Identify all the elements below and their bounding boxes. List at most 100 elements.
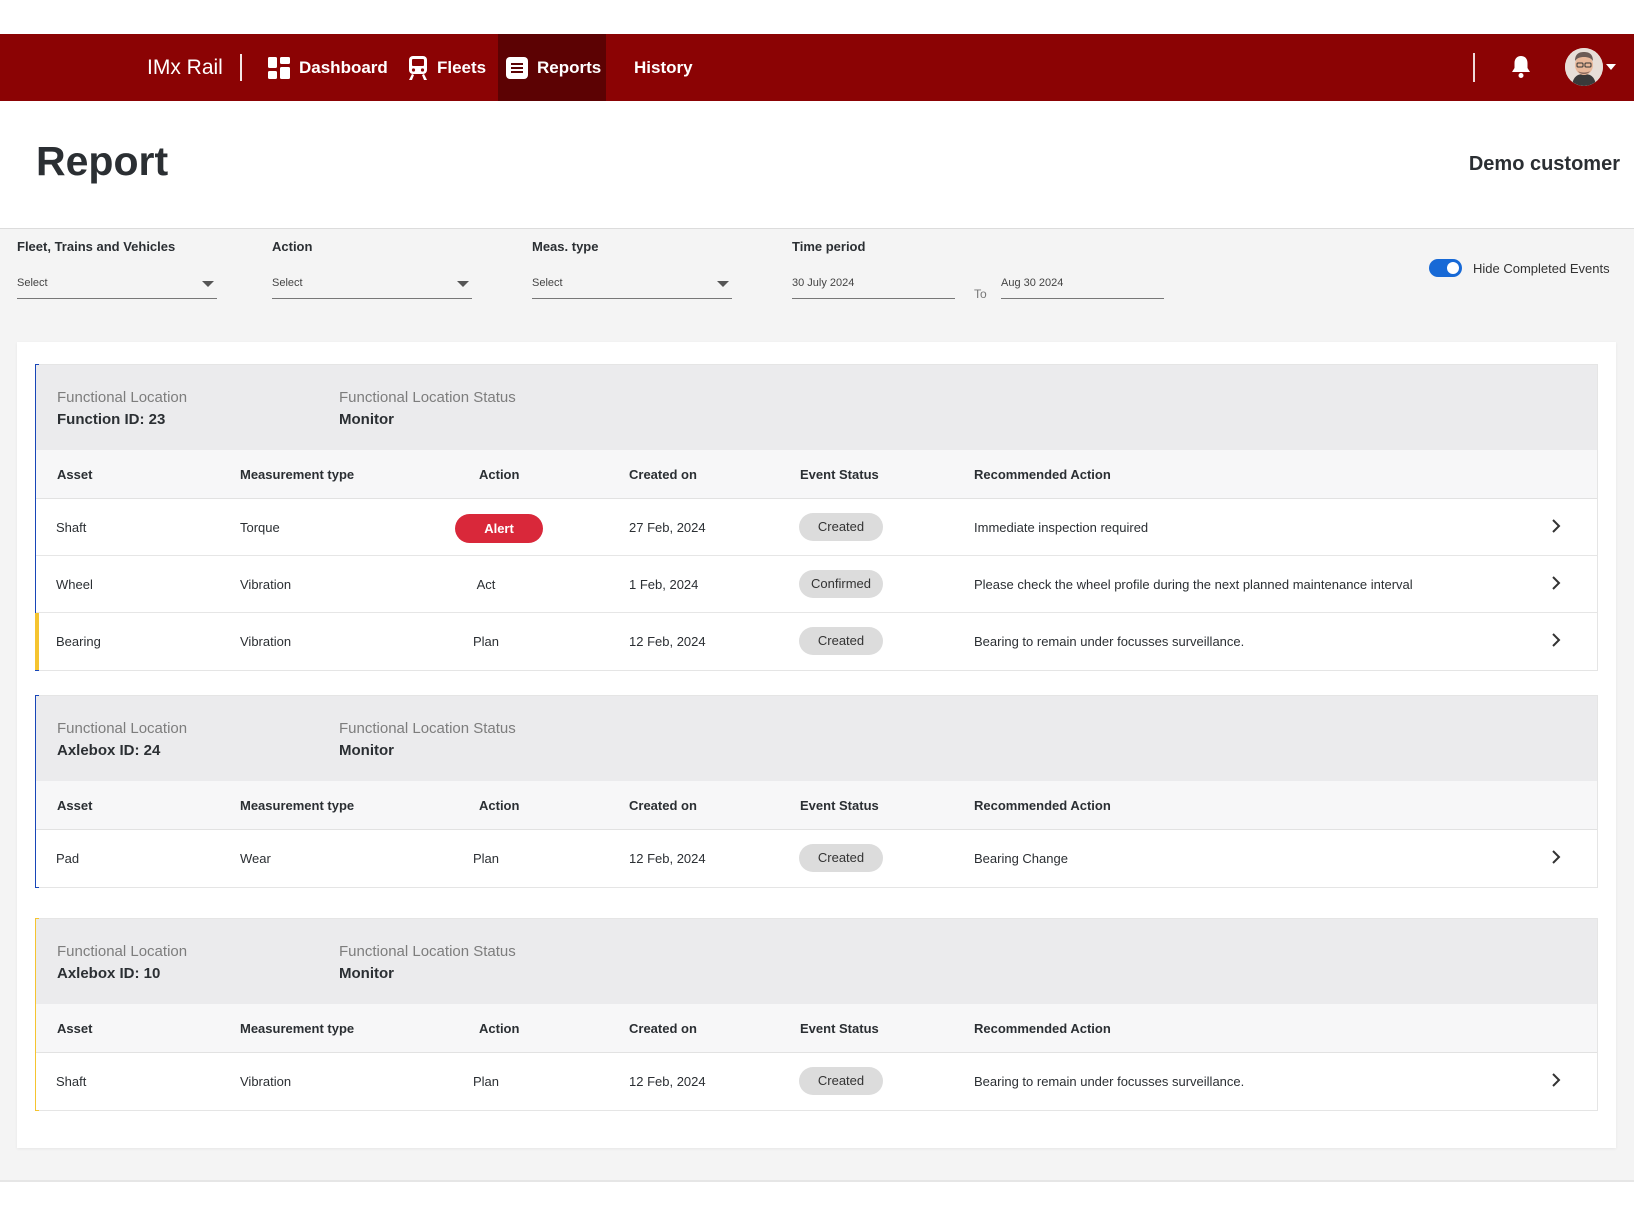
date-from-value: 30 July 2024	[792, 277, 855, 289]
train-icon	[409, 55, 427, 80]
footer-divider	[0, 1180, 1634, 1182]
dashboard-icon	[268, 56, 290, 79]
table-row[interactable]: Pad Wear Plan 12 Feb, 2024 Created Beari…	[36, 830, 1597, 887]
col-measurement-type: Measurement type	[240, 798, 355, 813]
cell-created-on: 12 Feb, 2024	[629, 851, 706, 866]
cell-recommended-action: Immediate inspection required	[974, 520, 1149, 535]
dropdown-arrow-icon	[457, 281, 469, 287]
functional-location-status: Functional Location Status Monitor	[339, 720, 516, 759]
cell-measurement-type: Vibration	[240, 577, 292, 592]
col-asset: Asset	[57, 467, 93, 482]
status-badge: Created	[799, 844, 883, 872]
functional-location-value: Function ID: 23	[57, 411, 166, 428]
meas-type-filter: Meas. type Select	[532, 239, 732, 299]
group-header: Functional Location Axlebox ID: 24 Funct…	[36, 696, 1597, 781]
functional-location: Functional Location Axlebox ID: 24	[57, 720, 187, 759]
col-action: Action	[479, 467, 520, 482]
cell-asset: Wheel	[56, 577, 93, 592]
row-accent-bar	[35, 613, 39, 670]
dropdown-arrow-icon	[717, 281, 729, 287]
top-nav-bar: IMx Rail Dashboard Fleets Reports Histor…	[0, 34, 1634, 101]
dropdown-arrow-icon	[202, 281, 214, 287]
cell-created-on: 27 Feb, 2024	[629, 520, 706, 535]
status-badge: Confirmed	[799, 570, 883, 598]
action-select[interactable]: Select	[272, 273, 472, 299]
date-range-to-label: To	[974, 287, 987, 301]
fleet-filter: Fleet, Trains and Vehicles Select	[17, 239, 217, 299]
cell-action: Plan	[472, 1074, 500, 1089]
user-avatar[interactable]	[1565, 48, 1603, 86]
report-icon	[506, 56, 528, 79]
date-from-input[interactable]: 30 July 2024	[792, 273, 955, 299]
nav-right-divider	[1473, 53, 1475, 82]
chevron-right-icon[interactable]	[1551, 1072, 1561, 1088]
status-badge: Created	[799, 627, 883, 655]
cell-action: Act	[476, 577, 496, 592]
chevron-right-icon[interactable]	[1551, 849, 1561, 865]
nav-fleets-label: Fleets	[437, 57, 487, 77]
location-group: Functional Location Axlebox ID: 10 Funct…	[35, 918, 1598, 1111]
action-select-value: Select	[272, 277, 303, 289]
nav-history[interactable]: History	[634, 34, 693, 101]
hide-completed-toggle[interactable]	[1429, 259, 1462, 277]
group-header: Functional Location Axlebox ID: 10 Funct…	[36, 919, 1597, 1004]
hide-completed-toggle-group: Hide Completed Events	[1429, 259, 1610, 277]
cell-asset: Bearing	[56, 634, 101, 649]
fleet-select-value: Select	[17, 277, 48, 289]
cell-created-on: 12 Feb, 2024	[629, 634, 706, 649]
col-measurement-type: Measurement type	[240, 467, 355, 482]
functional-location-status-value: Monitor	[339, 965, 394, 982]
col-event-status: Event Status	[800, 798, 879, 813]
col-event-status: Event Status	[800, 1021, 879, 1036]
nav-dashboard-label: Dashboard	[299, 57, 388, 77]
col-recommended-action: Recommended Action	[974, 467, 1111, 482]
table-header: Asset Measurement type Action Created on…	[36, 781, 1597, 830]
nav-fleets[interactable]: Fleets	[408, 34, 486, 101]
nav-dashboard[interactable]: Dashboard	[268, 34, 388, 101]
location-group: Functional Location Function ID: 23 Func…	[35, 364, 1598, 671]
functional-location-status-label: Functional Location Status	[339, 720, 516, 737]
col-event-status: Event Status	[800, 467, 879, 482]
fleet-select[interactable]: Select	[17, 273, 217, 299]
col-asset: Asset	[57, 798, 93, 813]
brand-divider	[240, 54, 242, 81]
table-row[interactable]: Bearing Vibration Plan 12 Feb, 2024 Crea…	[35, 613, 1597, 670]
chevron-down-icon[interactable]	[1606, 64, 1616, 70]
nav-reports-label: Reports	[537, 57, 602, 77]
cell-created-on: 12 Feb, 2024	[629, 1074, 706, 1089]
col-measurement-type: Measurement type	[240, 1021, 355, 1036]
cell-action: Plan	[472, 634, 500, 649]
meas-type-filter-label: Meas. type	[532, 239, 599, 254]
chevron-right-icon[interactable]	[1551, 575, 1561, 591]
chevron-right-icon[interactable]	[1551, 632, 1561, 648]
cell-asset: Shaft	[56, 1074, 87, 1089]
date-to-input[interactable]: Aug 30 2024	[1001, 273, 1164, 299]
report-card-container: Functional Location Function ID: 23 Func…	[17, 342, 1616, 1148]
functional-location-status: Functional Location Status Monitor	[339, 389, 516, 428]
table-row[interactable]: Shaft Torque Alert 27 Feb, 2024 Created …	[36, 499, 1597, 556]
functional-location-label: Functional Location	[57, 389, 188, 406]
functional-location-label: Functional Location	[57, 720, 188, 737]
table-row[interactable]: Wheel Vibration Act 1 Feb, 2024 Confirme…	[36, 556, 1597, 613]
cell-measurement-type: Wear	[240, 851, 271, 866]
brand-name[interactable]: IMx Rail	[147, 34, 223, 101]
table-row[interactable]: Shaft Vibration Plan 12 Feb, 2024 Create…	[36, 1053, 1597, 1110]
date-to-value: Aug 30 2024	[1001, 277, 1064, 289]
functional-location-status: Functional Location Status Monitor	[339, 943, 516, 982]
chevron-right-icon[interactable]	[1551, 518, 1561, 534]
col-recommended-action: Recommended Action	[974, 798, 1111, 813]
functional-location-status-value: Monitor	[339, 411, 394, 428]
bell-icon[interactable]	[1511, 55, 1531, 84]
cell-measurement-type: Vibration	[240, 1074, 292, 1089]
time-period-filter: Time period 30 July 2024 Aug 30 2024	[792, 239, 1164, 299]
page-title: Report	[36, 138, 169, 184]
col-action: Action	[479, 798, 520, 813]
functional-location-value: Axlebox ID: 10	[57, 965, 161, 982]
nav-reports[interactable]: Reports	[498, 34, 606, 101]
time-period-label: Time period	[792, 239, 866, 254]
cell-recommended-action: Bearing Change	[974, 851, 1068, 866]
meas-type-select-value: Select	[532, 277, 563, 289]
meas-type-select[interactable]: Select	[532, 273, 732, 299]
table-header: Asset Measurement type Action Created on…	[36, 1004, 1597, 1053]
functional-location: Functional Location Axlebox ID: 10	[57, 943, 187, 982]
